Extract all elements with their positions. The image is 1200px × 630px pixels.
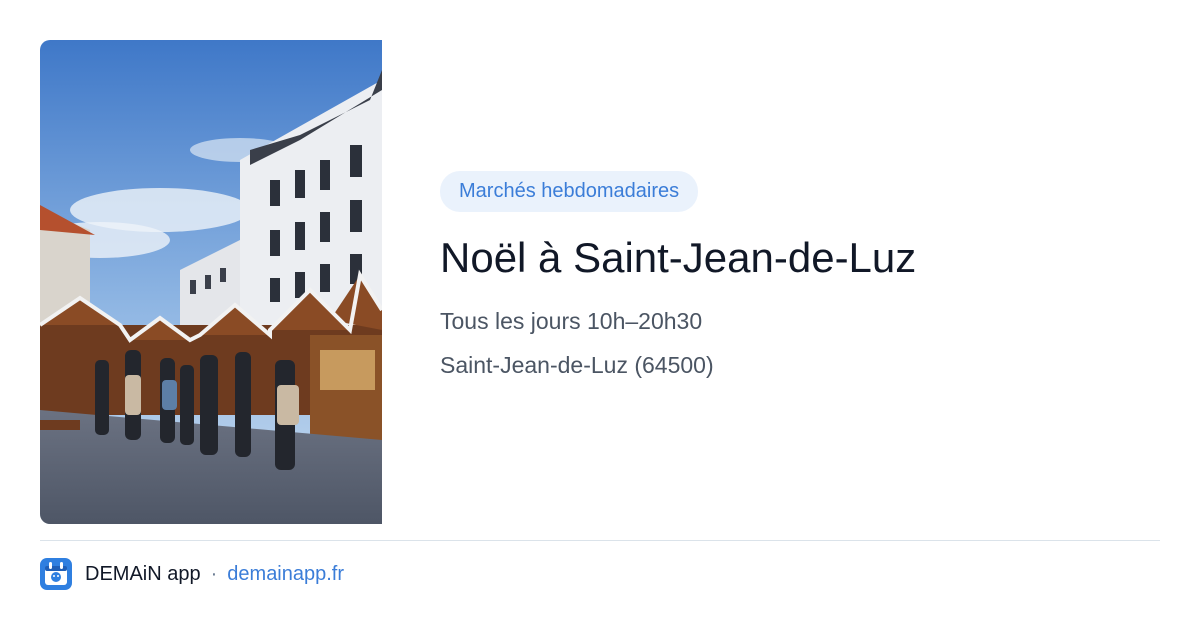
app-name: DEMAiN app	[85, 562, 201, 585]
domain-link[interactable]: demainapp.fr	[227, 563, 344, 586]
event-title: Noël à Saint-Jean-de-Luz	[440, 234, 917, 281]
event-location: Saint-Jean-de-Luz (64500)	[440, 352, 714, 378]
footer-separator: ·	[210, 562, 218, 585]
category-badge[interactable]: Marchés hebdomadaires	[440, 171, 699, 212]
demain-app-icon	[40, 558, 72, 590]
event-hours: Tous les jours 10h–20h30	[440, 308, 703, 334]
christmas-market-image	[40, 40, 382, 524]
footer: DEMAiN app · demainapp.fr	[40, 558, 344, 590]
event-photo	[40, 40, 382, 524]
footer-divider	[40, 540, 1160, 541]
event-details: Marchés hebdomadaires Noël à Saint-Jean-…	[440, 171, 1160, 379]
